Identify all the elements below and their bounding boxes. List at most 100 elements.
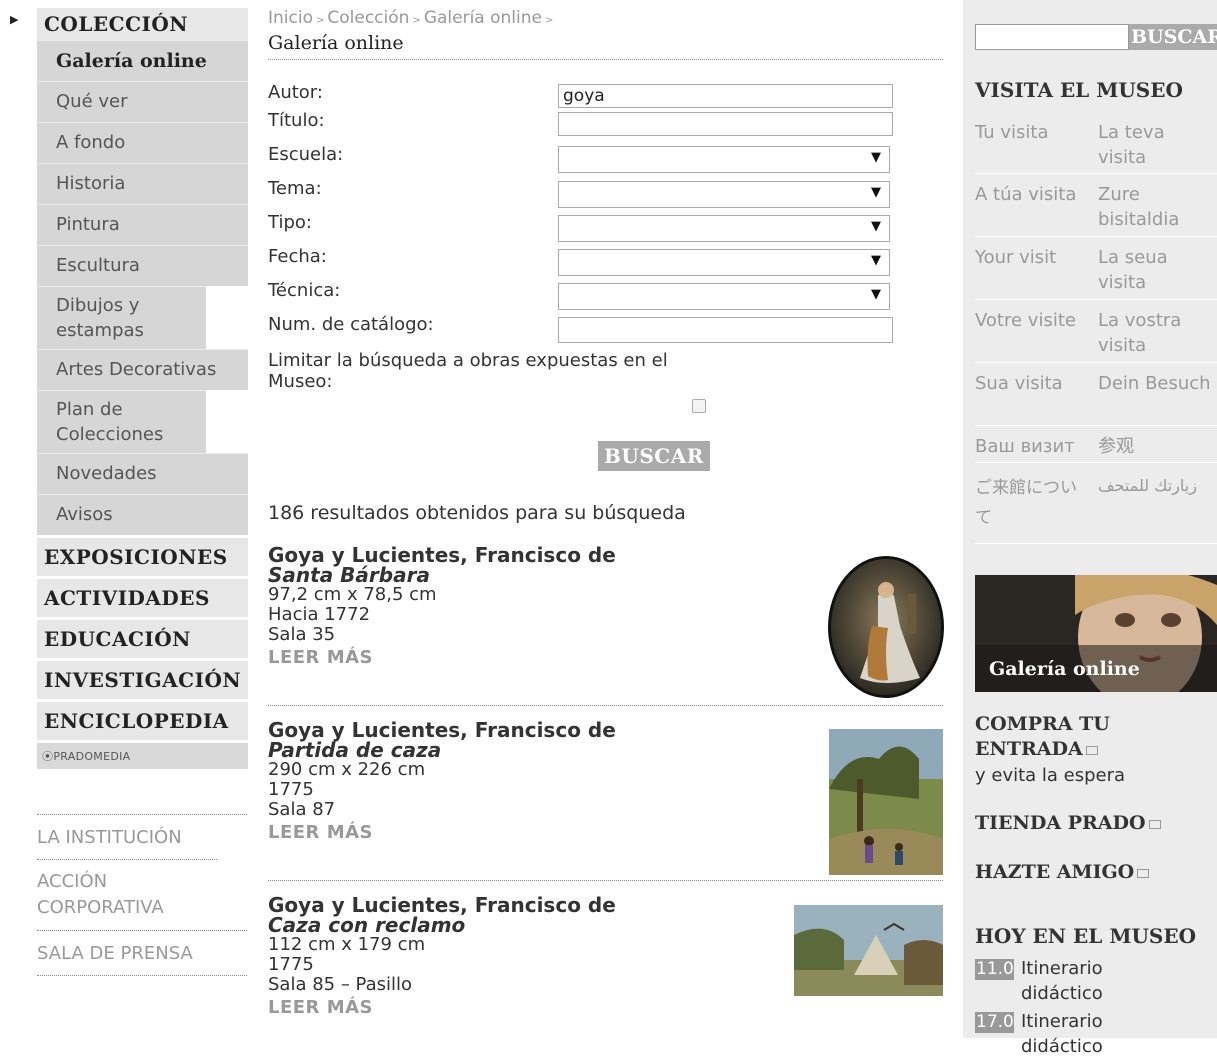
nav-investigacion[interactable]: INVESTIGACIÓN: [37, 661, 248, 699]
promo-label: Galería online: [989, 658, 1140, 680]
visit-link[interactable]: La teva visita: [1098, 120, 1216, 170]
event-title: Itinerario didáctico: [1021, 958, 1103, 1004]
visit-heading: VISITA EL MUSEO: [975, 78, 1183, 102]
nav-coleccion[interactable]: COLECCIÓN: [37, 8, 248, 40]
result-divider: [268, 705, 943, 706]
site-search-input[interactable]: [975, 24, 1129, 50]
breadcrumb: Inicio > Colección > Galería online >: [268, 8, 943, 28]
visit-row: Tu visita La teva visita: [975, 112, 1217, 174]
breadcrumb-separator-icon: >: [544, 15, 554, 26]
nav-item-que-ver[interactable]: Qué ver: [37, 81, 248, 122]
titulo-input[interactable]: [558, 112, 893, 136]
catalogo-input[interactable]: [558, 317, 893, 343]
nav-item-plan-colecciones[interactable]: Plan de Colecciones: [37, 390, 206, 453]
result-thumbnail-partida-de-caza[interactable]: [829, 729, 943, 875]
event-title: Itinerario didáctico: [1021, 1011, 1103, 1057]
friend-link[interactable]: HAZTE AMIGO: [975, 860, 1150, 885]
expanded-arrow-icon: ▶: [10, 13, 19, 26]
event-time: 17.00: [975, 1012, 1014, 1033]
fecha-select[interactable]: ▼: [558, 249, 890, 276]
tecnica-select[interactable]: ▼: [558, 283, 890, 310]
visit-row: Votre visite La vostra visita: [975, 300, 1217, 363]
form-row-tecnica: Técnica: ▼: [268, 280, 943, 314]
tecnica-label: Técnica:: [268, 280, 341, 301]
visit-row: Sua visita Dein Besuch: [975, 363, 1217, 426]
result-thumbnail-caza-con-reclamo[interactable]: [794, 905, 943, 996]
tipo-select[interactable]: ▼: [558, 215, 890, 242]
breadcrumb-galeria[interactable]: Galería online: [424, 8, 542, 28]
buy-ticket-subtitle: y evita la espera: [975, 765, 1126, 786]
friend-label: HAZTE AMIGO: [975, 861, 1135, 883]
nav-item-avisos[interactable]: Avisos: [37, 494, 248, 535]
results-count: 186 resultados obtenidos para su búsqued…: [268, 502, 686, 524]
left-sidebar: ▶ COLECCIÓN Galería online Qué ver A fon…: [0, 8, 248, 976]
breadcrumb-separator-icon: >: [412, 15, 421, 26]
visit-row: Ваш визит 参观: [975, 426, 1217, 463]
visit-row: Your visit La seua visita: [975, 237, 1217, 300]
form-row-tema: Tema: ▼: [268, 178, 943, 212]
external-link-icon: [1085, 745, 1098, 755]
escuela-label: Escuela:: [268, 144, 344, 165]
visit-link[interactable]: Zure bisitaldia: [1098, 182, 1216, 232]
shop-link[interactable]: TIENDA PRADO: [975, 811, 1161, 836]
event-time: 11.00: [975, 959, 1014, 980]
nav-item-novedades[interactable]: Novedades: [37, 453, 248, 494]
dropdown-arrow-icon: ▼: [871, 150, 881, 165]
escuela-select[interactable]: ▼: [558, 146, 890, 173]
nav-educacion[interactable]: EDUCACIÓN: [37, 620, 248, 658]
buy-ticket-link[interactable]: COMPRA TU ENTRADA: [975, 712, 1135, 762]
nav-item-artes-decorativas[interactable]: Artes Decorativas: [37, 349, 248, 390]
visit-link[interactable]: زيارتك للمتحف: [1098, 473, 1216, 498]
visit-link[interactable]: Your visit: [975, 245, 1095, 270]
nav-exposiciones[interactable]: EXPOSICIONES: [37, 538, 248, 576]
nav-item-escultura[interactable]: Escultura: [37, 245, 248, 286]
pradomedia-link[interactable]: ⦿PRADOMEDIA: [37, 743, 248, 769]
play-circle-icon: ⦿: [42, 750, 54, 763]
read-more-link[interactable]: LEER MÁS: [268, 995, 943, 1021]
result-thumbnail-santa-barbara[interactable]: [828, 556, 944, 699]
main-content: Inicio > Colección > Galería online > Galería…: [268, 0, 944, 1018]
dropdown-arrow-icon: ▼: [871, 253, 881, 268]
limit-checkbox[interactable]: [692, 399, 706, 413]
external-link-icon: [1148, 819, 1161, 829]
external-link-icon: [1137, 868, 1150, 878]
link-accion-corporativa[interactable]: ACCIÓN CORPORATIVA: [37, 859, 217, 930]
form-row-tipo: Tipo: ▼: [268, 212, 943, 246]
site-search-button[interactable]: BUSCAR: [1129, 24, 1217, 50]
visit-link[interactable]: A túa visita: [975, 182, 1095, 207]
right-sidebar: BUSCAR VISITA EL MUSEO Tu visita La teva…: [963, 0, 1217, 1057]
breadcrumb-inicio[interactable]: Inicio: [268, 8, 313, 28]
visit-link[interactable]: 参观: [1098, 434, 1216, 459]
breadcrumb-coleccion[interactable]: Colección: [327, 8, 409, 28]
visit-link[interactable]: La seua visita: [1098, 245, 1216, 295]
visit-link[interactable]: Sua visita: [975, 371, 1095, 396]
breadcrumb-separator-icon: >: [315, 15, 325, 26]
visit-link[interactable]: Votre visite: [975, 308, 1095, 333]
visit-link[interactable]: Dein Besuch: [1098, 371, 1216, 396]
catalogo-label: Num. de catálogo:: [268, 314, 434, 335]
nav-item-galeria-online[interactable]: Galería online: [37, 40, 248, 81]
visit-row: ご来館について زيارتك للمتحف: [975, 463, 1217, 544]
visit-link[interactable]: Ваш визит: [975, 434, 1095, 459]
link-la-institucion[interactable]: LA INSTITUCIÓN: [37, 814, 247, 859]
visit-link[interactable]: ご来館について: [975, 473, 1087, 533]
limit-label: Limitar la búsqueda a obras expuestas en…: [268, 350, 668, 392]
visit-link[interactable]: Tu visita: [975, 120, 1095, 145]
galeria-online-promo[interactable]: Galería online: [975, 575, 1217, 692]
tema-select[interactable]: ▼: [558, 181, 890, 208]
tipo-label: Tipo:: [268, 212, 312, 233]
visit-row: A túa visita Zure bisitaldia: [975, 174, 1217, 237]
autor-input[interactable]: goya: [558, 84, 893, 108]
link-sala-de-prensa[interactable]: SALA DE PRENSA: [37, 930, 247, 976]
form-row-titulo: Título:: [268, 110, 943, 144]
visit-link[interactable]: La vostra visita: [1098, 308, 1216, 358]
dropdown-arrow-icon: ▼: [871, 287, 881, 302]
nav-item-a-fondo[interactable]: A fondo: [37, 122, 248, 163]
nav-actividades[interactable]: ACTIVIDADES: [37, 579, 248, 617]
search-submit-button[interactable]: BUSCAR: [598, 441, 710, 471]
nav-item-pintura[interactable]: Pintura: [37, 204, 248, 245]
nav-enciclopedia[interactable]: ENCICLOPEDIA: [37, 702, 248, 740]
nav-item-historia[interactable]: Historia: [37, 163, 248, 204]
autor-label: Autor:: [268, 82, 323, 103]
nav-item-dibujos[interactable]: Dibujos y estampas: [37, 286, 206, 349]
